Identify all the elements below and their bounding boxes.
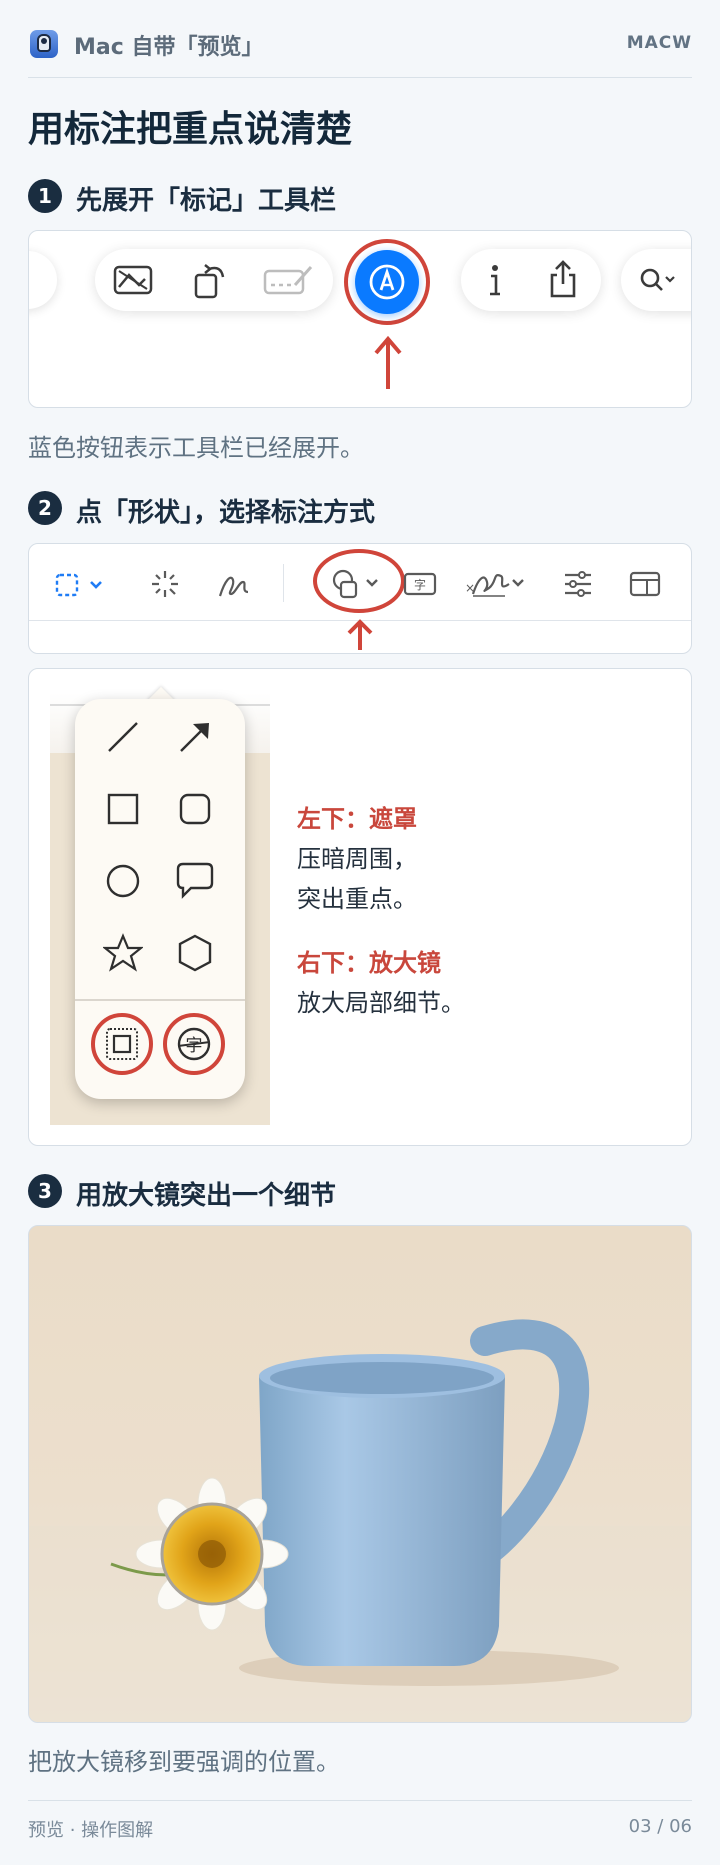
page-layout-icon[interactable]	[629, 570, 661, 598]
markup-pen-icon	[369, 264, 405, 300]
share-icon[interactable]	[547, 259, 579, 299]
step-number-2: 2	[28, 491, 62, 525]
info-icon[interactable]	[487, 263, 503, 297]
crop-image-icon[interactable]	[113, 263, 153, 297]
page-indicator: 03 / 06	[628, 1816, 692, 1837]
shapes-panel-card: 字 左下：遮罩 压暗周围， 突出重点。 右下：放大镜 放大局部细节。	[28, 668, 692, 1146]
markup-toolbar-card: 字 ×	[28, 543, 692, 654]
step-1-caption: 蓝色按钮表示工具栏已经展开。	[28, 434, 364, 462]
shapes-up-arrow	[347, 619, 373, 650]
app-name: Mac 自带「预览」	[74, 35, 264, 60]
toolbar-pill-search	[621, 249, 691, 311]
magnifier-icon[interactable]: 字	[174, 1024, 214, 1064]
page-title: 用标注把重点说清楚	[28, 109, 353, 150]
shapes-icon[interactable]	[317, 564, 397, 604]
header-divider	[28, 77, 692, 78]
mask-desc-line1: 压暗周围，	[297, 845, 417, 873]
mask-icon[interactable]	[104, 1026, 140, 1062]
step-title-2: 点「形状」，选择标注方式	[76, 498, 376, 528]
svg-text:字: 字	[186, 1036, 203, 1056]
example-photo	[28, 1225, 692, 1723]
mask-desc-line2: 突出重点。	[297, 885, 417, 913]
text-icon[interactable]: 字	[403, 570, 437, 598]
toolbar-pill-tools	[95, 249, 333, 311]
markup-button[interactable]	[355, 250, 419, 314]
toolbar-screenshot-card	[28, 230, 692, 408]
magnifier-desc: 放大局部细节。	[297, 989, 465, 1017]
square-icon[interactable]	[105, 791, 141, 827]
toolbar-pill-left	[29, 251, 57, 309]
svg-text:字: 字	[414, 577, 426, 592]
step-number-3: 3	[28, 1174, 62, 1208]
preview-app-icon	[30, 30, 58, 58]
star-icon[interactable]	[103, 933, 143, 973]
arrow-icon[interactable]	[177, 719, 213, 755]
circle-icon[interactable]	[105, 863, 141, 899]
sketch-icon[interactable]	[217, 570, 251, 600]
signature-icon	[263, 266, 313, 295]
mug-photo-illustration	[29, 1319, 691, 1722]
magnifier-label: 右下：放大镜	[297, 949, 441, 977]
step-number-1: 1	[28, 179, 62, 213]
rounded-square-icon[interactable]	[177, 791, 213, 827]
speech-bubble-icon[interactable]	[175, 861, 215, 899]
search-icon[interactable]	[639, 267, 677, 295]
rotate-icon[interactable]	[193, 261, 229, 299]
brand-badge: MACW	[626, 33, 692, 53]
selection-icon[interactable]	[55, 572, 105, 600]
up-arrow-annotation	[374, 335, 402, 389]
step-3-caption: 把放大镜移到要强调的位置。	[28, 1748, 340, 1776]
sign-icon[interactable]: ×	[465, 566, 529, 602]
shapes-popover: 字	[75, 699, 245, 1099]
mask-label: 左下：遮罩	[297, 805, 417, 833]
line-icon[interactable]	[105, 719, 141, 755]
footer-divider	[28, 1800, 692, 1801]
step-title-1: 先展开「标记」工具栏	[76, 186, 337, 216]
toolbar-pill-info-share	[461, 249, 601, 311]
step-title-3: 用放大镜突出一个细节	[76, 1181, 337, 1211]
hexagon-icon[interactable]	[175, 933, 215, 973]
footer-label: 预览 · 操作图解	[28, 1820, 154, 1841]
adjust-icon[interactable]	[563, 570, 593, 598]
instant-alpha-icon[interactable]	[149, 568, 181, 600]
